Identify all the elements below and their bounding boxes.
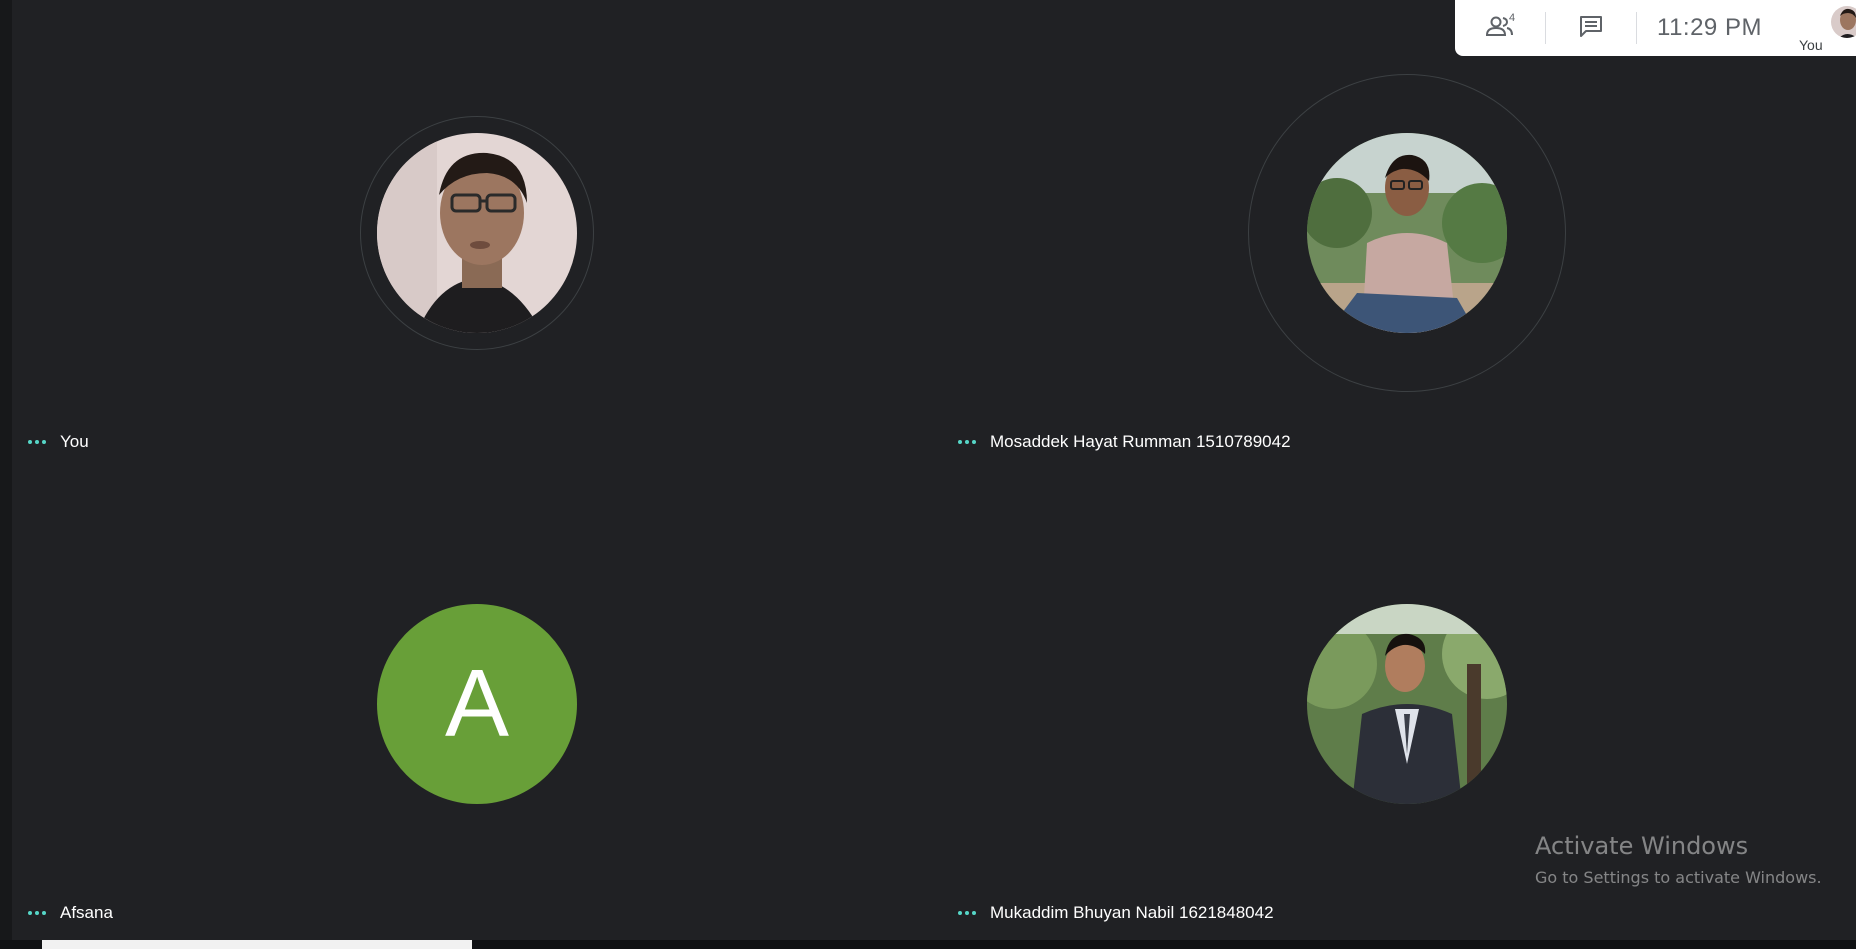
participant-avatar-photo	[1307, 604, 1507, 804]
activate-windows-watermark: Activate Windows Go to Settings to activ…	[1535, 832, 1822, 887]
participant-count: 4	[1509, 12, 1516, 24]
self-label: You	[1799, 37, 1823, 53]
participant-name-row: Mukaddim Bhuyan Nabil 1621848042	[958, 901, 1274, 925]
chat-icon	[1578, 14, 1604, 43]
self-view-thumbnail[interactable]: You	[1795, 0, 1856, 56]
audio-indicator-icon	[958, 911, 976, 915]
participant-tile-afsana[interactable]: A Afsana	[12, 470, 942, 940]
meeting-info-panel: 4 11:29 PM	[1455, 0, 1795, 56]
participant-avatar-photo	[1307, 133, 1507, 333]
participant-name: Mukaddim Bhuyan Nabil 1621848042	[990, 903, 1274, 922]
participant-tile-mosaddek[interactable]: Mosaddek Hayat Rumman 1510789042	[942, 0, 1856, 470]
participant-name: Afsana	[60, 903, 113, 922]
clock-time: 11:29 PM	[1657, 14, 1762, 41]
participant-tile-you[interactable]: You	[12, 0, 942, 470]
watermark-subtitle: Go to Settings to activate Windows.	[1535, 868, 1822, 887]
meeting-stage: You Mosaddek Hayat Rumman 1510789042 A A…	[0, 0, 1856, 949]
chat-button[interactable]	[1546, 0, 1636, 56]
participant-letter-avatar: A	[377, 604, 577, 804]
self-avatar	[1831, 6, 1856, 38]
audio-indicator-icon	[28, 911, 46, 915]
taskbar-search-box[interactable]	[42, 940, 472, 949]
left-edge-strip	[0, 0, 12, 940]
participant-name-row: Afsana	[28, 901, 113, 925]
participant-name: You	[60, 432, 89, 451]
participant-name-row: Mosaddek Hayat Rumman 1510789042	[958, 430, 1291, 454]
divider	[1636, 12, 1637, 44]
watermark-title: Activate Windows	[1535, 832, 1749, 860]
participant-name: Mosaddek Hayat Rumman 1510789042	[990, 432, 1291, 451]
taskbar	[0, 940, 1856, 949]
people-button[interactable]: 4	[1455, 0, 1545, 56]
participant-avatar-photo	[377, 133, 577, 333]
audio-indicator-icon	[958, 440, 976, 444]
participant-name-row: You	[28, 430, 89, 454]
audio-indicator-icon	[28, 440, 46, 444]
